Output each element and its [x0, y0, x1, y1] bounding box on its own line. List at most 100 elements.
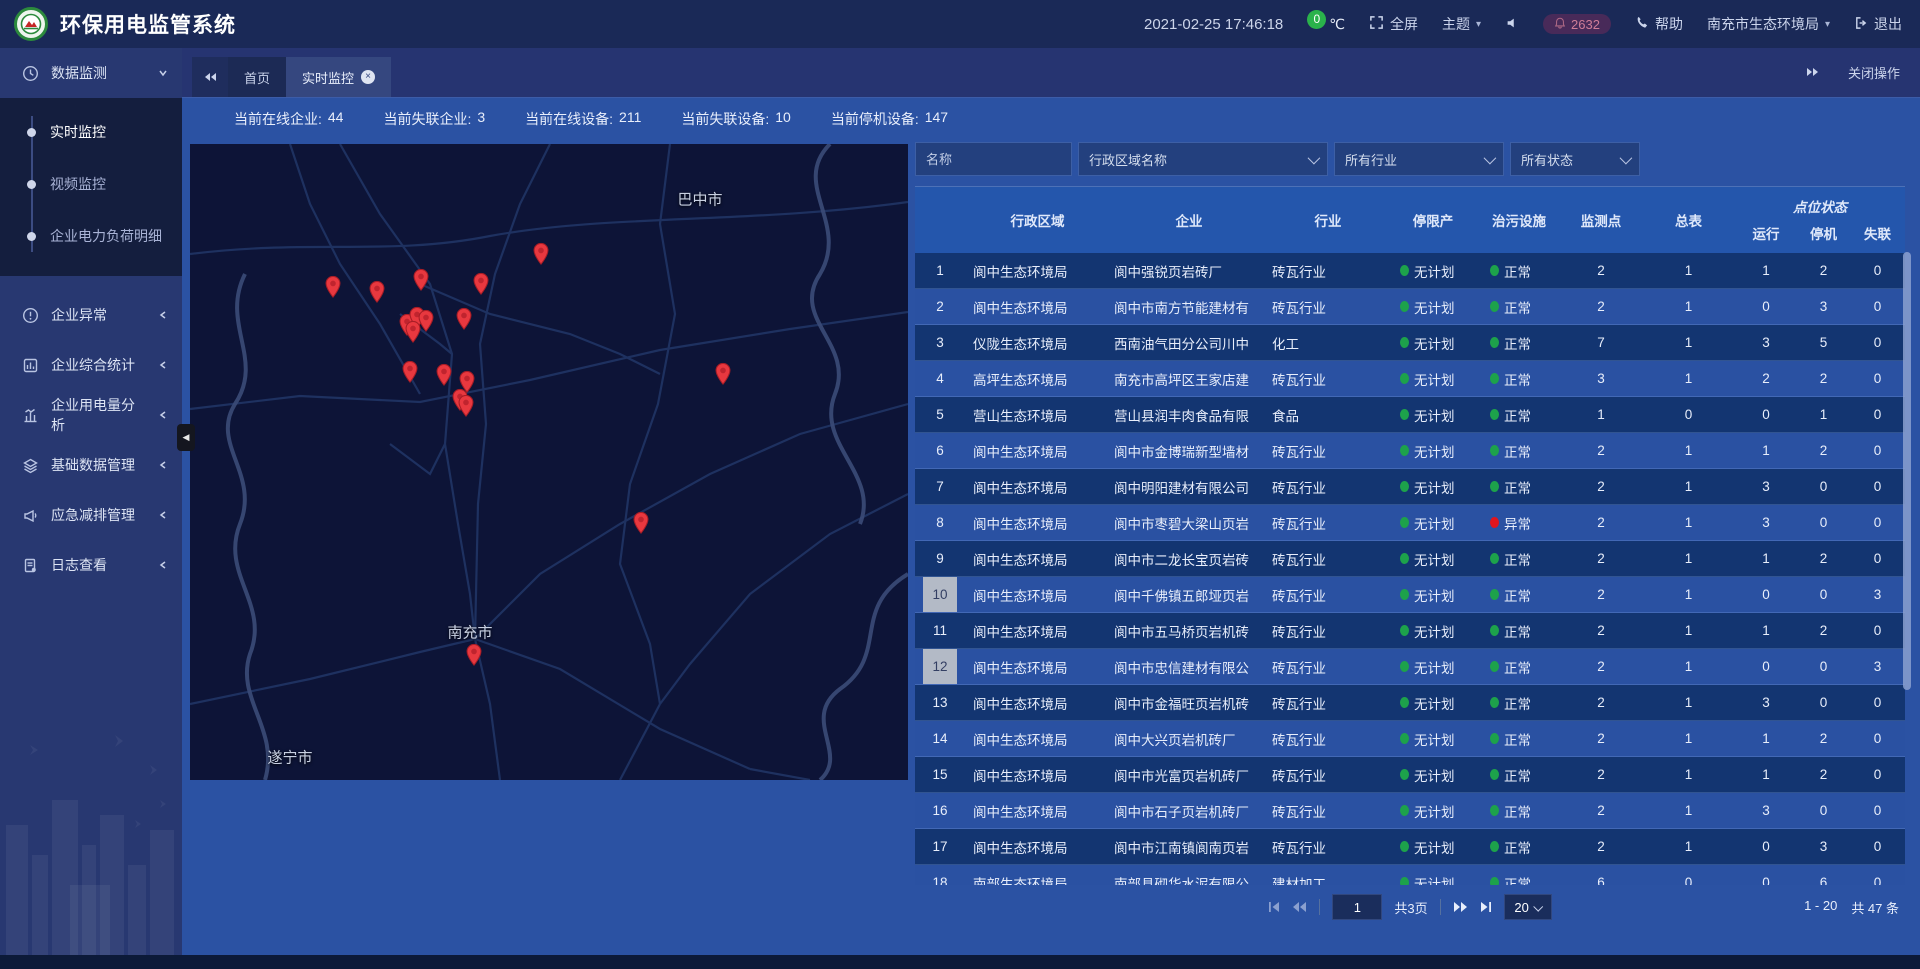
bullet-dot-icon	[27, 232, 36, 241]
cell-lost: 0	[1850, 865, 1905, 885]
table-row[interactable]: 10 阆中生态环境局 阆中千佛镇五郎垭页岩 砖瓦行业 无计划 正常 2 1 0 …	[915, 577, 1905, 613]
sidebar-item-power-usage-analysis[interactable]: 企业用电量分析	[0, 390, 182, 440]
cell-region: 阆中生态环境局	[965, 721, 1110, 756]
table-row[interactable]: 13 阆中生态环境局 阆中市金福旺页岩机砖 砖瓦行业 无计划 正常 2 1 3 …	[915, 685, 1905, 721]
table-header: 行政区域 企业 行业 停限产 治污设施 监测点 总表 点位状态 运行 停机 失联	[915, 186, 1905, 253]
status-dot	[1490, 337, 1499, 348]
map-pin[interactable]	[456, 308, 472, 335]
sidebar-item-power-load-detail[interactable]: 企业电力负荷明细	[0, 210, 182, 262]
table-row[interactable]: 3 仪陇生态环境局 西南油气田分公司川中 化工 无计划 正常 7 1 3 5 0	[915, 325, 1905, 361]
cell-region: 阆中生态环境局	[965, 685, 1110, 720]
cell-run: 3	[1735, 793, 1797, 828]
alarm-badge[interactable]: 2632	[1543, 14, 1611, 34]
tab-close-icon[interactable]: ×	[361, 70, 375, 84]
table-row[interactable]: 7 阆中生态环境局 阆中明阳建材有限公司 砖瓦行业 无计划 正常 2 1 3 0…	[915, 469, 1905, 505]
fullscreen-button[interactable]: 全屏	[1369, 14, 1418, 34]
sidebar-item-company-statistics[interactable]: 企业综合统计	[0, 340, 182, 390]
table-scrollbar[interactable]	[1903, 252, 1911, 690]
table-row[interactable]: 5 营山生态环境局 营山县润丰肉食品有限 食品 无计划 正常 1 0 0 1 0	[915, 397, 1905, 433]
map-pin[interactable]	[402, 361, 418, 388]
volume-button[interactable]	[1505, 16, 1519, 33]
map-panel[interactable]: 巴中市南充市遂宁市	[190, 144, 908, 780]
cell-stop: 6	[1797, 865, 1850, 885]
sidebar-item-realtime-monitoring[interactable]: 实时监控	[0, 106, 182, 158]
map-pin[interactable]	[413, 269, 429, 296]
cell-plan: 无计划	[1388, 721, 1478, 756]
map-pin[interactable]	[633, 512, 649, 539]
cell-stop: 0	[1797, 793, 1850, 828]
col-company: 企业	[1110, 187, 1268, 253]
sidebar-item-emergency-reduction[interactable]: 应急减排管理	[0, 490, 182, 540]
map-pin[interactable]	[473, 273, 489, 300]
sidebar-item-company-abnormal[interactable]: 企业异常	[0, 290, 182, 340]
cell-industry: 砖瓦行业	[1268, 253, 1388, 288]
help-button[interactable]: 帮助	[1635, 14, 1683, 34]
theme-dropdown[interactable]: 主题 ▾	[1442, 14, 1481, 34]
tab-scroll-left-button[interactable]	[192, 57, 228, 97]
map-pin[interactable]	[325, 276, 341, 303]
sidebar-item-data-monitoring[interactable]: 数据监测	[0, 48, 182, 98]
sidebar-collapse-handle[interactable]: ◀	[177, 424, 195, 451]
status-dot-green	[1400, 661, 1409, 672]
cell-run: 1	[1735, 433, 1797, 468]
last-page-button[interactable]	[1480, 901, 1492, 913]
cell-region: 阆中生态环境局	[965, 253, 1110, 288]
industry-filter-select[interactable]: 所有行业	[1334, 142, 1504, 176]
first-page-button[interactable]	[1268, 901, 1280, 913]
cell-plan: 无计划	[1388, 289, 1478, 324]
status-dot	[1490, 445, 1499, 456]
next-page-button[interactable]	[1453, 901, 1468, 913]
cell-stop: 0	[1797, 685, 1850, 720]
cell-facility: 正常	[1478, 793, 1560, 828]
table-row[interactable]: 11 阆中生态环境局 阆中市五马桥页岩机砖 砖瓦行业 无计划 正常 2 1 1 …	[915, 613, 1905, 649]
sidebar-item-log-view[interactable]: 日志查看	[0, 540, 182, 590]
tab-home[interactable]: 首页	[228, 57, 286, 97]
cell-stop: 1	[1797, 397, 1850, 432]
name-filter-input[interactable]	[915, 142, 1072, 176]
map-pin[interactable]	[715, 363, 731, 390]
table-row[interactable]: 16 阆中生态环境局 阆中市石子页岩机砖厂 砖瓦行业 无计划 正常 2 1 3 …	[915, 793, 1905, 829]
prev-page-button[interactable]	[1292, 901, 1307, 913]
page-number-input[interactable]	[1332, 894, 1382, 920]
double-arrow-left-icon	[203, 72, 217, 82]
map-pin[interactable]	[436, 364, 452, 391]
main-area: 首页 实时监控 × 关闭操作 当前在线企业:44 当前失联企业:3 当前在线设备…	[182, 48, 1920, 969]
table-row[interactable]: 2 阆中生态环境局 阆中市南方节能建材有 砖瓦行业 无计划 正常 2 1 0 3…	[915, 289, 1905, 325]
cell-meter: 0	[1642, 397, 1735, 432]
user-dropdown[interactable]: 南充市生态环境局 ▾	[1707, 14, 1830, 34]
table-row[interactable]: 14 阆中生态环境局 阆中大兴页岩机砖厂 砖瓦行业 无计划 正常 2 1 1 2…	[915, 721, 1905, 757]
map-pin[interactable]	[533, 243, 549, 270]
tab-scroll-right-button[interactable]	[1806, 65, 1820, 80]
table-row[interactable]: 18 南部生态环境局 南部县砌华水泥有限公 建材加工 无计划 正常 6 0 0 …	[915, 865, 1905, 885]
close-operations-button[interactable]: 关闭操作	[1848, 63, 1900, 82]
cell-lost: 3	[1850, 649, 1905, 684]
table-row[interactable]: 15 阆中生态环境局 阆中市光富页岩机砖厂 砖瓦行业 无计划 正常 2 1 1 …	[915, 757, 1905, 793]
cell-region: 阆中生态环境局	[965, 433, 1110, 468]
gauge-icon	[22, 65, 39, 82]
map-pin[interactable]	[369, 281, 385, 308]
cell-index: 8	[915, 505, 965, 540]
table-row[interactable]: 9 阆中生态环境局 阆中市二龙长宝页岩砖 砖瓦行业 无计划 正常 2 1 1 2…	[915, 541, 1905, 577]
tab-bar-right: 关闭操作	[1806, 48, 1920, 97]
submenu-data-monitoring: 实时监控 视频监控 企业电力负荷明细	[0, 98, 182, 276]
table-row[interactable]: 8 阆中生态环境局 阆中市枣碧大梁山页岩 砖瓦行业 无计划 异常 2 1 3 0…	[915, 505, 1905, 541]
app-root: 环保用电监管系统 2021-02-25 17:46:18 0 ℃ 全屏 主题 ▾	[0, 0, 1920, 969]
status-filter-select[interactable]: 所有状态	[1510, 142, 1640, 176]
status-dot-green	[1400, 553, 1409, 564]
table-row[interactable]: 1 阆中生态环境局 阆中强锐页岩砖厂 砖瓦行业 无计划 正常 2 1 1 2 0	[915, 253, 1905, 289]
table-row[interactable]: 17 阆中生态环境局 阆中市江南镇阆南页岩 砖瓦行业 无计划 正常 2 1 0 …	[915, 829, 1905, 865]
table-row[interactable]: 4 高坪生态环境局 南充市高坪区王家店建 砖瓦行业 无计划 正常 3 1 2 2…	[915, 361, 1905, 397]
page-size-select[interactable]: 20	[1504, 894, 1552, 920]
table-row[interactable]: 12 阆中生态环境局 阆中市忠信建材有限公 砖瓦行业 无计划 正常 2 1 0 …	[915, 649, 1905, 685]
tab-realtime-monitoring[interactable]: 实时监控 ×	[286, 57, 391, 97]
sidebar-item-video-monitoring[interactable]: 视频监控	[0, 158, 182, 210]
logout-button[interactable]: 退出	[1854, 14, 1902, 34]
table-row[interactable]: 6 阆中生态环境局 阆中市金博瑞新型墙材 砖瓦行业 无计划 正常 2 1 1 2…	[915, 433, 1905, 469]
cell-stop: 0	[1797, 469, 1850, 504]
map-pin[interactable]	[405, 321, 421, 348]
map-pin[interactable]	[458, 395, 474, 422]
region-filter-select[interactable]: 行政区域名称	[1078, 142, 1328, 176]
map-pin[interactable]	[466, 644, 482, 671]
sidebar-item-base-data-management[interactable]: 基础数据管理	[0, 440, 182, 490]
cell-stop: 3	[1797, 289, 1850, 324]
